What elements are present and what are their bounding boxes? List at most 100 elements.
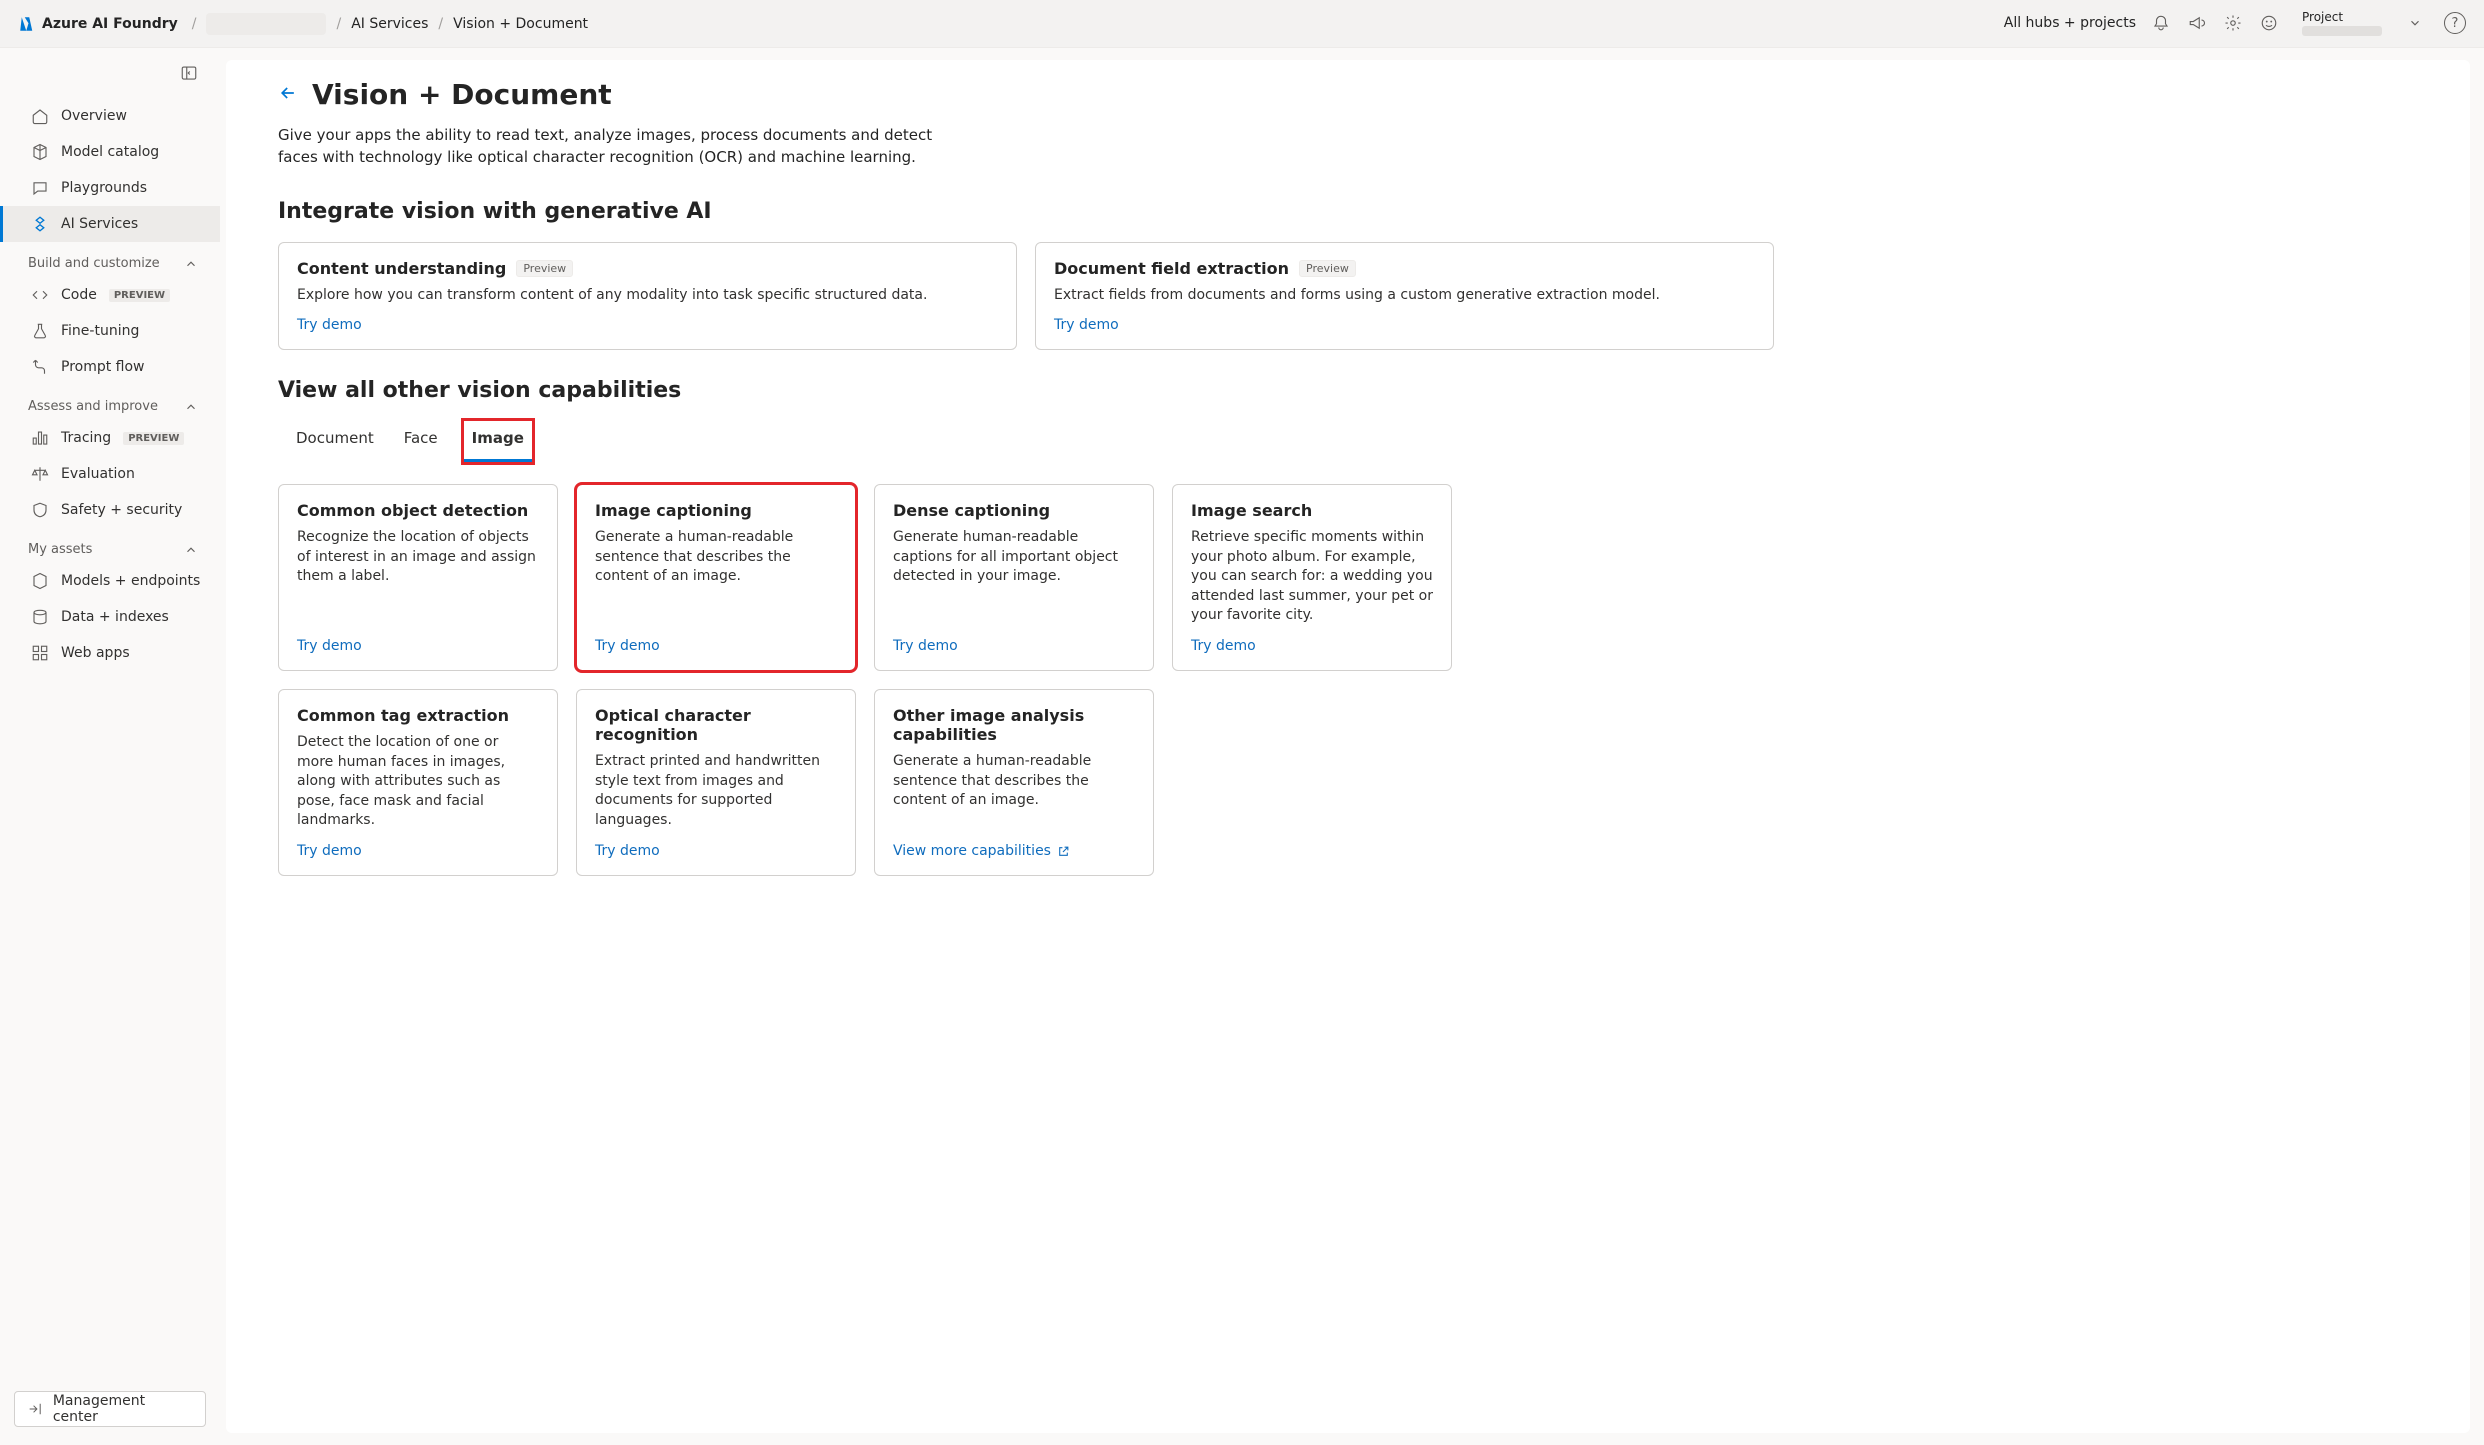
breadcrumb-link-ai-services[interactable]: AI Services [351,16,428,32]
try-demo-link[interactable]: Try demo [595,638,837,654]
sidebar-item-evaluation[interactable]: Evaluation [0,456,220,492]
card-title: Common object detection [297,501,539,520]
breadcrumb-sep: / [438,16,443,32]
card-other-image-analysis[interactable]: Other image analysis capabilities Genera… [874,689,1154,876]
sidebar-item-label: Overview [61,108,127,124]
grid-icon [31,644,49,662]
breadcrumb: / / AI Services / Vision + Document [192,13,588,35]
ai-services-icon [31,215,49,233]
page-description: Give your apps the ability to read text,… [278,125,958,169]
preview-badge: Preview [1299,260,1356,277]
card-desc: Retrieve specific moments within your ph… [1191,528,1433,626]
try-demo-link[interactable]: Try demo [1191,638,1433,654]
project-label: Project [2302,11,2382,25]
home-icon [31,107,49,125]
card-title: Content understanding [297,259,506,278]
project-dropdown[interactable]: Project [2294,9,2430,39]
try-demo-link[interactable]: Try demo [595,843,837,859]
sidebar-section-build[interactable]: Build and customize [0,242,220,277]
card-common-object-detection[interactable]: Common object detection Recognize the lo… [278,484,558,671]
card-title: Dense captioning [893,501,1135,520]
sidebar-section-assess[interactable]: Assess and improve [0,385,220,420]
sidebar-item-prompt-flow[interactable]: Prompt flow [0,349,220,385]
sidebar-section-assets[interactable]: My assets [0,528,220,563]
sidebar-item-ai-services[interactable]: AI Services [0,206,220,242]
card-dense-captioning[interactable]: Dense captioning Generate human-readable… [874,484,1154,671]
breadcrumb-sep: / [192,16,197,32]
sidebar-item-code[interactable]: Code PREVIEW [0,277,220,313]
main-panel: Vision + Document Give your apps the abi… [226,60,2470,1433]
tab-face[interactable]: Face [400,421,442,462]
tab-document[interactable]: Document [292,421,378,462]
sidebar-item-label: Fine-tuning [61,323,139,339]
sidebar-item-models-endpoints[interactable]: Models + endpoints [0,563,220,599]
view-more-link[interactable]: View more capabilities [893,843,1135,859]
box-icon [31,572,49,590]
sidebar-item-fine-tuning[interactable]: Fine-tuning [0,313,220,349]
try-demo-link[interactable]: Try demo [893,638,1135,654]
card-common-tag-extraction[interactable]: Common tag extraction Detect the locatio… [278,689,558,876]
try-demo-link[interactable]: Try demo [297,843,539,859]
feedback-icon[interactable] [2258,12,2280,34]
chevron-down-icon [2408,16,2422,30]
sidebar-item-data-indexes[interactable]: Data + indexes [0,599,220,635]
capability-row-1: Common object detection Recognize the lo… [278,484,1774,671]
card-title: Common tag extraction [297,706,539,725]
topbar-right: All hubs + projects Project ? [2004,9,2466,39]
card-desc: Generate a human-readable sentence that … [893,752,1135,831]
preview-badge: PREVIEW [109,289,170,302]
management-center-button[interactable]: Management center [14,1391,206,1427]
card-image-search[interactable]: Image search Retrieve specific moments w… [1172,484,1452,671]
topbar: Azure AI Foundry / / AI Services / Visio… [0,0,2484,48]
settings-icon[interactable] [2222,12,2244,34]
back-button[interactable] [278,83,298,107]
card-ocr[interactable]: Optical character recognition Extract pr… [576,689,856,876]
sidebar-item-label: Code [61,287,97,303]
flask-icon [31,322,49,340]
try-demo-link[interactable]: Try demo [297,317,998,333]
tab-image[interactable]: Image [464,421,532,462]
sidebar-item-label: AI Services [61,216,138,232]
card-desc: Extract printed and handwritten style te… [595,752,837,831]
sidebar-item-playgrounds[interactable]: Playgrounds [0,170,220,206]
capability-row-2: Common tag extraction Detect the locatio… [278,689,1774,876]
sidebar-item-label: Tracing [61,430,111,446]
sidebar-item-safety[interactable]: Safety + security [0,492,220,528]
azure-logo-icon [18,15,36,33]
database-icon [31,608,49,626]
hubs-projects-link[interactable]: All hubs + projects [2004,15,2136,31]
breadcrumb-placeholder [206,13,326,35]
cube-icon [31,143,49,161]
breadcrumb-sep: / [336,16,341,32]
sidebar-item-web-apps[interactable]: Web apps [0,635,220,671]
card-desc: Extract fields from documents and forms … [1054,286,1755,306]
announcements-icon[interactable] [2186,12,2208,34]
chat-icon [31,179,49,197]
card-content-understanding[interactable]: Content understanding Preview Explore ho… [278,242,1017,351]
genai-cards-row: Content understanding Preview Explore ho… [278,242,1774,351]
notifications-icon[interactable] [2150,12,2172,34]
card-desc: Generate human-readable captions for all… [893,528,1135,626]
sidebar-item-label: Web apps [61,645,130,661]
product-logo[interactable]: Azure AI Foundry [18,15,178,33]
external-link-icon [1057,845,1070,858]
breadcrumb-link-vision[interactable]: Vision + Document [453,16,588,32]
collapse-sidebar-icon[interactable] [180,64,198,86]
try-demo-link[interactable]: Try demo [297,638,539,654]
sidebar-item-label: Safety + security [61,502,182,518]
sidebar-item-model-catalog[interactable]: Model catalog [0,134,220,170]
project-name-redacted [2302,26,2382,36]
code-icon [31,286,49,304]
sidebar-item-tracing[interactable]: Tracing PREVIEW [0,420,220,456]
card-image-captioning[interactable]: Image captioning Generate a human-readab… [576,484,856,671]
sidebar: Overview Model catalog Playgrounds AI Se… [0,48,220,1445]
help-icon[interactable]: ? [2444,12,2466,34]
section-title-genai: Integrate vision with generative AI [278,199,1774,224]
card-document-field-extraction[interactable]: Document field extraction Preview Extrac… [1035,242,1774,351]
sidebar-item-label: Playgrounds [61,180,147,196]
enter-icon [27,1401,43,1417]
try-demo-link[interactable]: Try demo [1054,317,1755,333]
card-desc: Detect the location of one or more human… [297,733,539,831]
sidebar-item-overview[interactable]: Overview [0,98,220,134]
capability-tabs: Document Face Image [278,421,1774,462]
